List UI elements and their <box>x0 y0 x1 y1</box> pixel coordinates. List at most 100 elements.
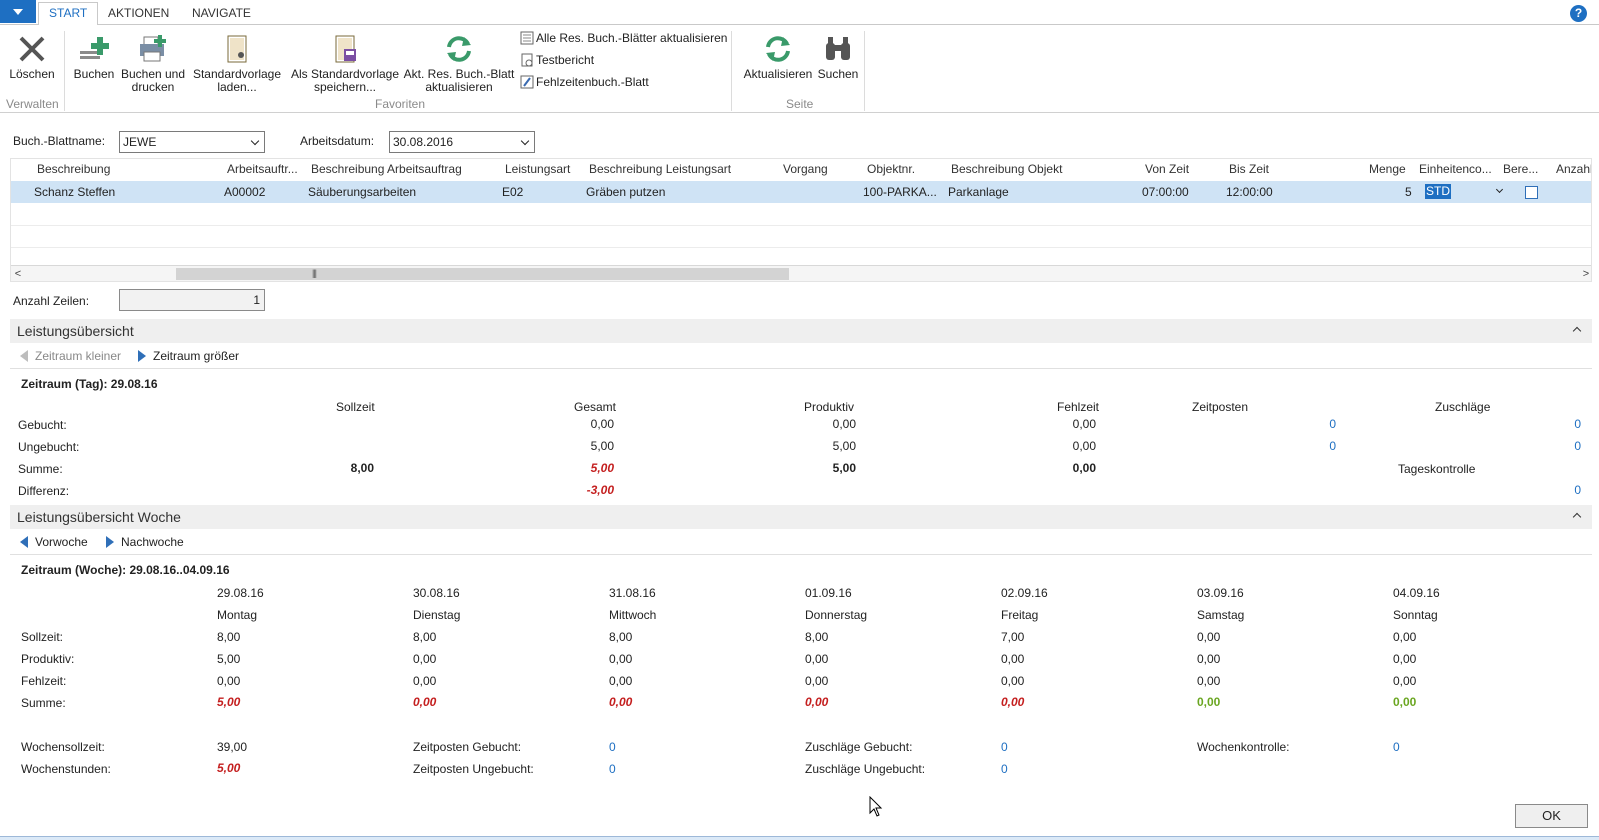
absence-journal-button[interactable]: Fehlzeitenbuch.-Blatt <box>520 73 649 91</box>
gebucht-zuschlaege-link[interactable]: 0 <box>1545 417 1581 431</box>
table-cell[interactable]: A00002 <box>224 185 265 199</box>
test-report-button[interactable]: Testbericht <box>520 51 594 69</box>
table-cell[interactable]: 100-PARKA... <box>863 185 937 199</box>
column-header[interactable]: Leistungsart <box>505 162 570 176</box>
ok-button[interactable]: OK <box>1515 804 1588 828</box>
day-date: 04.09.16 <box>1393 586 1440 600</box>
column-header[interactable]: Beschreibung Leistungsart <box>589 162 731 176</box>
group-favoriten-label: Favoriten <box>375 97 426 111</box>
chevron-down-icon[interactable] <box>248 132 264 152</box>
app-menu-button[interactable] <box>0 0 36 23</box>
refresh-button[interactable]: Aktualisieren <box>738 29 818 81</box>
daily-overview-header[interactable]: Leistungsübersicht <box>10 319 1592 343</box>
column-header[interactable]: Anzahl <box>1556 162 1591 176</box>
unit-code-combo[interactable]: STD <box>1423 183 1508 201</box>
table-cell[interactable]: 5 <box>1405 185 1412 199</box>
tab-aktionen[interactable]: AKTIONEN <box>98 3 179 25</box>
find-button[interactable]: Suchen <box>813 29 863 81</box>
scroll-right-icon[interactable]: > <box>1579 268 1591 280</box>
journal-icon <box>520 31 534 45</box>
post-and-print-button[interactable]: Buchen und drucken <box>118 29 188 94</box>
column-header[interactable]: Von Zeit <box>1145 162 1189 176</box>
collapse-icon[interactable] <box>1572 326 1582 336</box>
column-header[interactable]: Bere... <box>1503 162 1538 176</box>
day-date: 29.08.16 <box>217 586 264 600</box>
previous-week-button[interactable]: Vorwoche <box>20 535 88 549</box>
column-header[interactable]: Objektnr. <box>867 162 915 176</box>
table-cell[interactable]: 07:00:00 <box>1142 185 1189 199</box>
work-date-combo[interactable]: 30.08.2016 <box>389 131 535 153</box>
day-sollzeit: 7,00 <box>1001 630 1025 644</box>
day-summe: 0,00 <box>1393 695 1417 709</box>
column-header[interactable]: Vorgang <box>783 162 828 176</box>
column-header[interactable]: Beschreibung Arbeitsauftrag <box>311 162 462 176</box>
row-divider <box>11 225 1591 226</box>
day-sollzeit: 8,00 <box>413 630 437 644</box>
column-header[interactable]: Arbeitsauftr... <box>227 162 298 176</box>
zuschlaege-ungebucht-link[interactable]: 0 <box>1001 762 1008 776</box>
col-produktiv: Produktiv <box>804 400 855 414</box>
table-cell[interactable]: 12:00:00 <box>1226 185 1273 199</box>
delete-button[interactable]: Löschen <box>4 29 60 81</box>
unit-code-value: STD <box>1425 184 1451 199</box>
table-cell[interactable]: Parkanlage <box>948 185 1009 199</box>
load-template-button[interactable]: Standardvorlage laden... <box>190 29 284 94</box>
chevron-down-icon[interactable] <box>518 132 534 152</box>
wochensollzeit-label: Wochensollzeit: <box>21 740 105 754</box>
table-cell[interactable]: Gräben putzen <box>586 185 665 199</box>
ungebucht-zuschlaege-link[interactable]: 0 <box>1545 439 1581 453</box>
column-header[interactable]: Beschreibung <box>37 162 110 176</box>
load-template-icon <box>227 35 247 63</box>
save-template-icon <box>335 35 356 63</box>
col-zuschlaege: Zuschläge <box>1435 400 1491 414</box>
save-template-button[interactable]: Als Standardvorlage speichern... <box>287 29 403 94</box>
wochenstunden-value: 5,00 <box>217 761 241 775</box>
table-cell[interactable]: E02 <box>502 185 523 199</box>
scrollbar-thumb[interactable] <box>176 268 789 280</box>
summe-sollzeit: 8,00 <box>350 461 374 475</box>
line-count-label: Anzahl Zeilen: <box>13 294 90 308</box>
chevron-down-icon[interactable] <box>1495 185 1504 194</box>
row-label-summe: Summe: <box>18 462 63 476</box>
row-label-differenz: Differenz: <box>18 484 70 498</box>
day-summe: 0,00 <box>1001 695 1025 709</box>
column-header[interactable]: Einheitenco... <box>1419 162 1492 176</box>
wochenkontrolle-link[interactable]: 0 <box>1393 740 1400 754</box>
help-icon[interactable]: ? <box>1570 5 1587 22</box>
scroll-left-icon[interactable]: < <box>11 268 25 280</box>
column-header[interactable]: Beschreibung Objekt <box>951 162 1062 176</box>
day-name: Freitag <box>1001 608 1039 622</box>
zeitposten-ungebucht-link[interactable]: 0 <box>609 762 616 776</box>
horizontal-scrollbar[interactable]: < ||| > <box>11 265 1591 281</box>
collapse-icon[interactable] <box>1572 512 1582 522</box>
next-week-button[interactable]: Nachwoche <box>106 535 184 549</box>
journal-name-combo[interactable]: JEWE <box>119 131 265 153</box>
column-header[interactable]: Bis Zeit <box>1229 162 1269 176</box>
period-smaller-button[interactable]: Zeitraum kleiner <box>20 349 121 363</box>
day-sollzeit: 8,00 <box>217 630 241 644</box>
refresh-journal-button[interactable]: Akt. Res. Buch.-Blatt aktualisieren <box>403 29 515 94</box>
ungebucht-zeitposten-link[interactable]: 0 <box>1300 439 1336 453</box>
table-cell[interactable]: Säuberungsarbeiten <box>308 185 416 199</box>
work-date-value: 30.08.2016 <box>393 135 454 149</box>
column-header[interactable]: Menge <box>1369 162 1406 176</box>
refresh-all-journals-button[interactable]: Alle Res. Buch.-Blätter aktualisieren <box>520 29 727 47</box>
refresh-icon <box>766 36 790 62</box>
day-sollzeit: 0,00 <box>1197 630 1221 644</box>
day-produktiv: 0,00 <box>1393 652 1417 666</box>
post-button[interactable]: Buchen <box>70 29 118 81</box>
tab-start[interactable]: START <box>38 2 99 26</box>
zuschlaege-gebucht-link[interactable]: 0 <box>1001 740 1008 754</box>
weekly-overview-header[interactable]: Leistungsübersicht Woche <box>10 505 1592 529</box>
checkbox[interactable] <box>1525 186 1538 199</box>
daily-overview-title: Leistungsübersicht <box>17 323 134 339</box>
tab-navigate[interactable]: NAVIGATE <box>182 3 261 25</box>
zeitposten-gebucht-link[interactable]: 0 <box>609 740 616 754</box>
mouse-cursor-icon <box>869 796 883 817</box>
table-cell[interactable]: Schanz Steffen <box>34 185 115 199</box>
post-icon <box>80 37 109 59</box>
period-larger-button[interactable]: Zeitraum größer <box>138 349 239 363</box>
gebucht-zeitposten-link[interactable]: 0 <box>1300 417 1336 431</box>
tageskontrolle-link[interactable]: 0 <box>1545 483 1581 497</box>
absence-journal-icon <box>520 75 534 89</box>
